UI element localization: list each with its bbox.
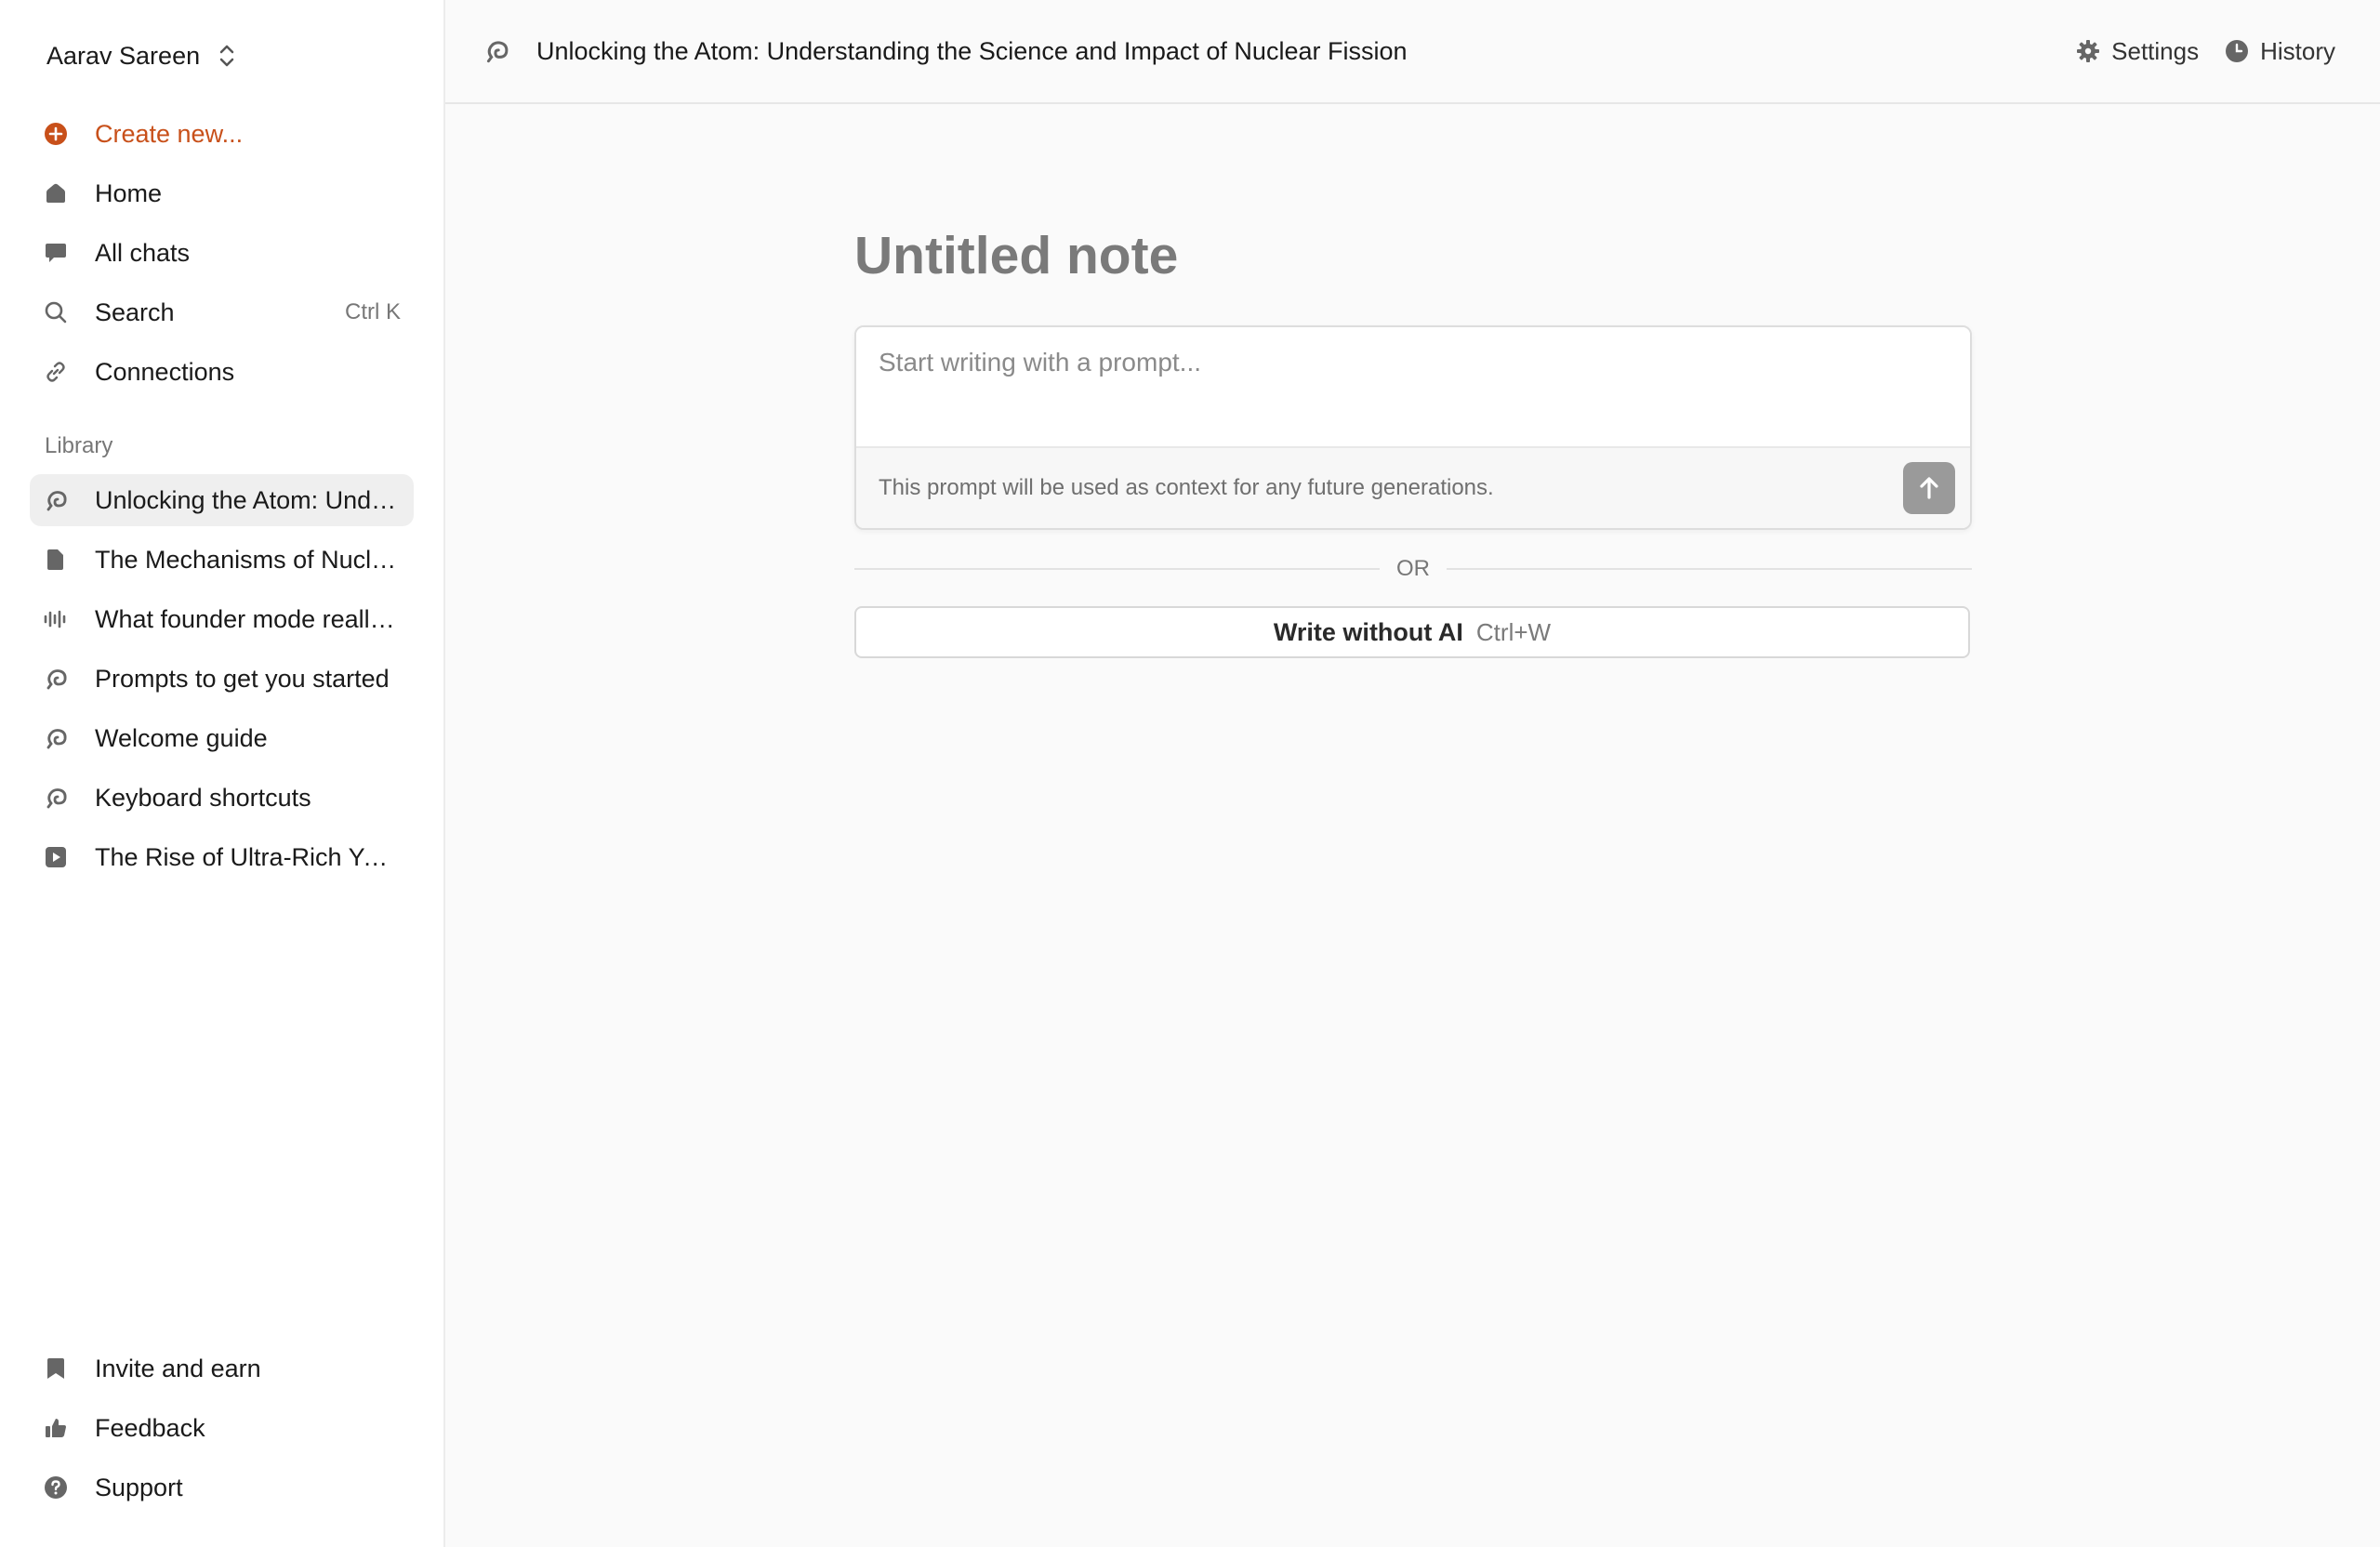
library-item-label: The Mechanisms of Nucle...: [95, 545, 401, 574]
sidebar-item-connections[interactable]: Connections: [30, 346, 414, 398]
app-window: Aarav Sareen Create new... Home All chat…: [0, 0, 2380, 1547]
or-divider: OR: [854, 556, 1972, 582]
note-swirl-icon: [43, 487, 69, 513]
sidebar-item-invite[interactable]: Invite and earn: [30, 1342, 414, 1395]
history-label: History: [2260, 36, 2335, 65]
write-without-ai-button[interactable]: Write without AI Ctrl+W: [854, 606, 1970, 658]
chevron-up-down-icon: [219, 45, 234, 67]
sidebar: Aarav Sareen Create new... Home All chat…: [0, 0, 445, 1547]
user-name: Aarav Sareen: [46, 41, 201, 70]
help-circle-icon: [43, 1474, 69, 1501]
sidebar-item-label: Search: [95, 298, 175, 326]
arrow-up-icon: [1920, 477, 1938, 499]
note-swirl-icon: [43, 666, 69, 692]
chat-bubble-icon: [43, 240, 69, 266]
home-icon: [43, 180, 69, 206]
top-bar: Unlocking the Atom: Understanding the Sc…: [445, 0, 2380, 104]
sidebar-item-label: Support: [95, 1473, 183, 1501]
library-item-label: Welcome guide: [95, 723, 268, 752]
library-item[interactable]: Keyboard shortcuts: [30, 772, 414, 824]
create-new-button[interactable]: Create new...: [30, 108, 414, 160]
or-label: OR: [1396, 556, 1430, 581]
note-editor: Untitled note This prompt will be used a…: [854, 223, 1972, 658]
divider-line: [1447, 568, 1972, 570]
sidebar-item-feedback[interactable]: Feedback: [30, 1402, 414, 1454]
link-icon: [43, 359, 69, 385]
plus-circle-icon: [43, 121, 69, 147]
write-without-ai-shortcut: Ctrl+W: [1475, 617, 1552, 646]
library-item-label: What founder mode really...: [95, 604, 401, 633]
video-play-icon: [43, 844, 69, 870]
note-swirl-icon: [486, 41, 509, 63]
library-item[interactable]: The Mechanisms of Nucle...: [30, 534, 414, 586]
library-item-label: Keyboard shortcuts: [95, 783, 311, 812]
sidebar-item-label: Connections: [95, 357, 235, 386]
sidebar-item-home[interactable]: Home: [30, 167, 414, 219]
library-item-label: Unlocking the Atom: Unde...: [95, 485, 401, 514]
send-prompt-button[interactable]: [1903, 462, 1955, 514]
sidebar-item-label: All chats: [95, 238, 191, 267]
sidebar-item-label: Invite and earn: [95, 1354, 261, 1382]
library-item[interactable]: The Rise of Ultra-Rich You...: [30, 831, 414, 883]
library-item[interactable]: Welcome guide: [30, 712, 414, 764]
sidebar-item-search[interactable]: Search Ctrl K: [30, 286, 414, 338]
main-nav: Create new... Home All chats Search Ctrl…: [30, 108, 414, 405]
thumbs-up-icon: [43, 1415, 69, 1441]
settings-button[interactable]: Settings: [2076, 37, 2199, 66]
prompt-input[interactable]: [856, 327, 1970, 446]
library-item[interactable]: What founder mode really...: [30, 593, 414, 645]
audio-waveform-icon: [43, 606, 69, 632]
sidebar-footer-nav: Invite and earn Feedback Support: [30, 1342, 414, 1521]
library-item[interactable]: Prompts to get you started: [30, 653, 414, 705]
sidebar-item-all-chats[interactable]: All chats: [30, 227, 414, 279]
bookmark-icon: [43, 1355, 69, 1382]
note-swirl-icon: [43, 725, 69, 751]
workspace-switcher[interactable]: Aarav Sareen: [46, 37, 237, 74]
document-title[interactable]: Unlocking the Atom: Understanding the Sc…: [536, 37, 2050, 66]
sidebar-item-support[interactable]: Support: [30, 1461, 414, 1514]
prompt-hint: This prompt will be used as context for …: [879, 475, 1494, 500]
sidebar-item-label: Home: [95, 178, 163, 207]
divider-line: [854, 568, 1380, 570]
document-icon: [43, 547, 69, 573]
note-title[interactable]: Untitled note: [854, 223, 1972, 288]
gear-icon: [2077, 40, 2100, 62]
library-section-label: Library: [45, 433, 113, 458]
library-item-label: The Rise of Ultra-Rich You...: [95, 842, 401, 871]
library-item[interactable]: Unlocking the Atom: Unde...: [30, 474, 414, 526]
library-item-label: Prompts to get you started: [95, 664, 390, 693]
main-content: Unlocking the Atom: Understanding the Sc…: [445, 0, 2380, 1547]
library-list: Unlocking the Atom: Unde... The Mechanis…: [30, 474, 414, 891]
write-without-ai-label: Write without AI: [1273, 617, 1463, 646]
prompt-footer: This prompt will be used as context for …: [856, 446, 1970, 528]
search-icon: [43, 299, 69, 325]
clock-icon: [2226, 40, 2249, 62]
search-shortcut: Ctrl K: [345, 299, 401, 324]
create-new-label: Create new...: [95, 119, 244, 148]
history-button[interactable]: History: [2225, 37, 2335, 66]
settings-label: Settings: [2111, 36, 2200, 65]
note-swirl-icon: [43, 785, 69, 811]
sidebar-item-label: Feedback: [95, 1413, 205, 1442]
prompt-box: This prompt will be used as context for …: [854, 325, 1972, 530]
